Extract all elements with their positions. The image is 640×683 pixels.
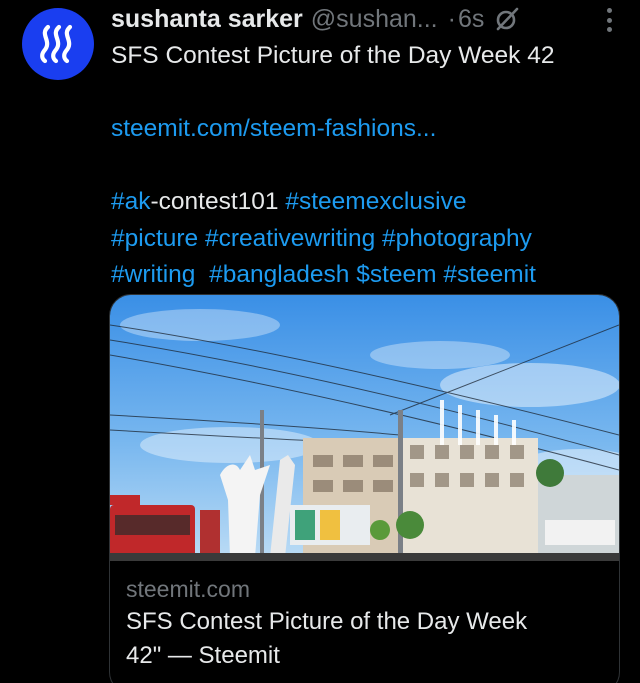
link-preview-card[interactable]: steemit.com SFS Contest Picture of the D… bbox=[109, 294, 620, 683]
tweet-header: sushanta sarker @sushan... · 6s bbox=[111, 4, 590, 34]
steem-logo-icon bbox=[40, 24, 73, 64]
tweet-url-link[interactable]: steemit.com/steem-fashions... bbox=[111, 111, 620, 148]
user-handle[interactable]: @sushan... bbox=[311, 5, 438, 34]
street-photo-image bbox=[110, 295, 619, 561]
hashtag-photography[interactable]: #photography bbox=[382, 225, 532, 252]
card-meta: steemit.com SFS Contest Picture of the D… bbox=[110, 561, 619, 673]
card-domain: steemit.com bbox=[126, 576, 250, 602]
hashtag-picture[interactable]: #picture bbox=[111, 225, 198, 252]
time-separator: · bbox=[447, 4, 456, 33]
tweet[interactable]: sushanta sarker @sushan... · 6s SFS Cont… bbox=[0, 0, 640, 683]
hashtag-ak[interactable]: #ak bbox=[111, 188, 151, 215]
hashtag-plain-text: -contest101 bbox=[150, 188, 286, 215]
tweet-title-line: SFS Contest Picture of the Day Week 42 bbox=[111, 42, 555, 69]
hashtag-writing[interactable]: #writing bbox=[111, 261, 195, 288]
hashtag-steemit[interactable]: #steemit bbox=[443, 261, 536, 288]
hashtag-steemexclusive[interactable]: #steemexclusive bbox=[285, 188, 466, 215]
display-name[interactable]: sushanta sarker bbox=[111, 5, 303, 34]
timestamp[interactable]: 6s bbox=[458, 5, 484, 34]
hashtag-line-2: #picture #creativewriting #photography bbox=[111, 221, 620, 258]
avatar[interactable] bbox=[22, 8, 94, 80]
hashtag-line-3: #writing #bangladesh $steem #steemit bbox=[111, 257, 620, 294]
card-title-line-2: 42" — Steemit bbox=[126, 642, 280, 669]
grok-slash-icon[interactable] bbox=[494, 6, 520, 32]
hashtag-bangladesh[interactable]: #bangladesh bbox=[209, 261, 349, 288]
card-title-line-1: SFS Contest Picture of the Day Week bbox=[126, 608, 528, 635]
hashtag-line-1: #ak-contest101 #steemexclusive bbox=[111, 184, 620, 221]
cashtag-steem[interactable]: $steem bbox=[356, 261, 436, 288]
hashtag-creativewriting[interactable]: #creativewriting bbox=[205, 225, 375, 252]
tweet-text: SFS Contest Picture of the Day Week 42 s… bbox=[111, 38, 620, 294]
more-vertical-icon[interactable] bbox=[604, 8, 614, 32]
